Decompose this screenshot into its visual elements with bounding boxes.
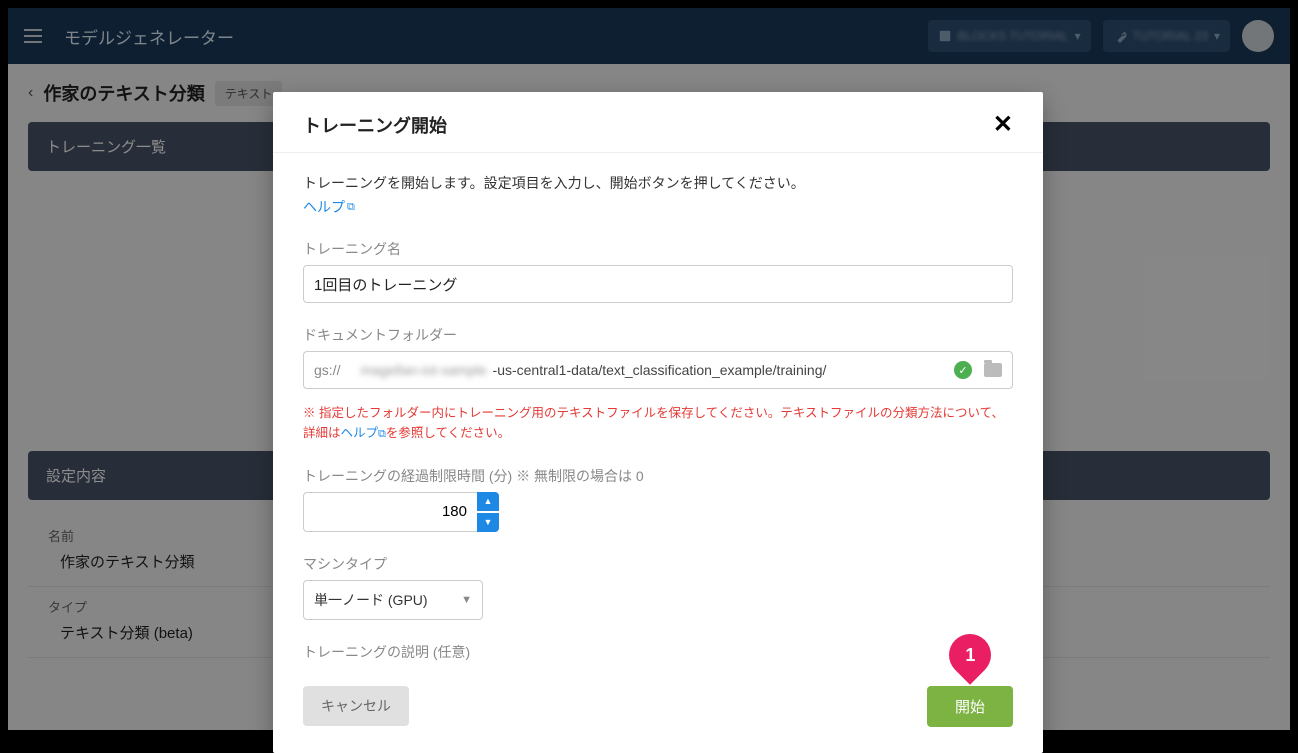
training-name-label: トレーニング名: [303, 239, 1013, 259]
machine-type-select[interactable]: 単一ノード (GPU) ▼: [303, 580, 483, 620]
close-icon[interactable]: ✕: [993, 113, 1013, 137]
help-link[interactable]: ヘルプ⧉: [303, 197, 355, 217]
spinner-up-button[interactable]: ▲: [477, 492, 499, 511]
document-folder-label: ドキュメントフォルダー: [303, 325, 1013, 345]
check-icon: ✓: [954, 361, 972, 379]
cancel-button[interactable]: キャンセル: [303, 686, 409, 726]
external-link-icon: ⧉: [378, 428, 386, 440]
warning-help-link[interactable]: ヘルプ⧉: [341, 426, 386, 440]
callout-pin: 1: [940, 625, 999, 684]
training-start-modal: トレーニング開始 ✕ トレーニングを開始します。設定項目を入力し、開始ボタンを押…: [273, 92, 1043, 753]
start-button[interactable]: 1 開始: [927, 686, 1013, 727]
gs-prefix: gs://: [303, 351, 350, 389]
machine-type-label: マシンタイプ: [303, 554, 1013, 574]
folder-icon[interactable]: [984, 363, 1002, 377]
modal-description: トレーニングを開始します。設定項目を入力し、開始ボタンを押してください。: [303, 173, 1013, 193]
chevron-down-icon: ▼: [461, 594, 472, 606]
training-name-input[interactable]: [303, 265, 1013, 303]
document-folder-input[interactable]: magellan-iot-sample-us-central1-data/tex…: [350, 351, 1013, 389]
folder-warning: ※ 指定したフォルダー内にトレーニング用のテキストファイルを保存してください。テ…: [303, 403, 1013, 444]
modal-title: トレーニング開始: [303, 112, 447, 138]
time-limit-label: トレーニングの経過制限時間 (分) ※ 無制限の場合は 0: [303, 466, 1013, 486]
time-limit-input[interactable]: [303, 492, 477, 532]
spinner-down-button[interactable]: ▼: [477, 513, 499, 532]
external-link-icon: ⧉: [347, 201, 355, 214]
description-label: トレーニングの説明 (任意): [303, 642, 1013, 662]
